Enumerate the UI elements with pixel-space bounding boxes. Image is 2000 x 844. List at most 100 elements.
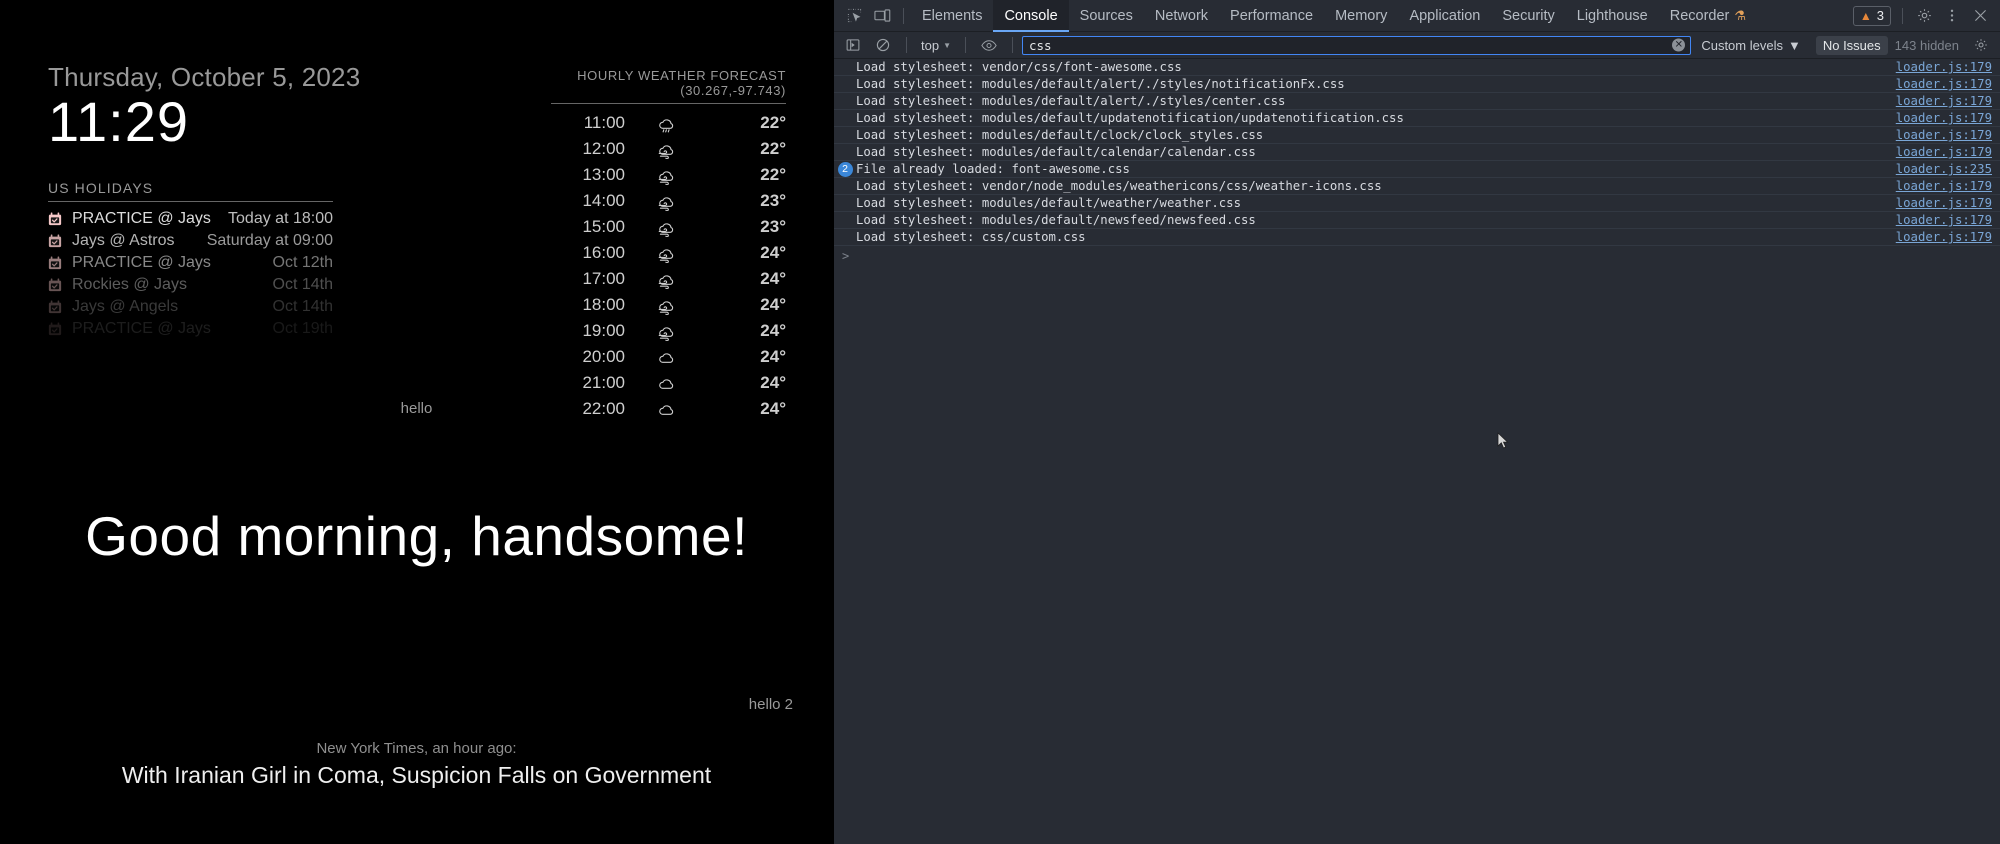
console-log-row[interactable]: Load stylesheet: vendor/css/font-awesome… xyxy=(834,59,2000,76)
calendar-event-title: Jays @ Angels xyxy=(70,296,273,318)
log-source-link[interactable]: loader.js:179 xyxy=(1896,145,1992,159)
log-source-link[interactable]: loader.js:179 xyxy=(1896,77,1992,91)
weather-forecast-row: 20:0024° xyxy=(551,344,786,370)
weather-forecast-row: 18:0024° xyxy=(551,292,786,318)
execution-context-select[interactable]: top ▼ xyxy=(916,35,956,55)
console-prompt-row[interactable]: > xyxy=(834,246,2000,266)
log-message: Load stylesheet: css/custom.css xyxy=(856,230,1896,244)
log-source-link[interactable]: loader.js:179 xyxy=(1896,60,1992,74)
live-expression-eye-icon[interactable] xyxy=(975,32,1003,58)
weather-hour: 18:00 xyxy=(551,292,643,318)
tab-label: Lighthouse xyxy=(1577,8,1648,24)
console-log-row[interactable]: Load stylesheet: modules/default/alert/.… xyxy=(834,93,2000,110)
console-log-row[interactable]: 2File already loaded: font-awesome.csslo… xyxy=(834,161,2000,178)
prompt-caret-icon: > xyxy=(842,249,849,263)
calendar-event-row: Rockies @ JaysOct 14th xyxy=(48,274,333,296)
log-source-link[interactable]: loader.js:179 xyxy=(1896,179,1992,193)
warning-triangle-icon: ▲ xyxy=(1860,10,1872,22)
calendar-header: US HOLIDAYS xyxy=(48,180,333,202)
log-source-link[interactable]: loader.js:179 xyxy=(1896,230,1992,244)
weather-module: HOURLY WEATHER FORECAST (30.267,-97.743)… xyxy=(551,68,786,422)
issues-button[interactable]: No Issues xyxy=(1816,36,1888,55)
log-message: Load stylesheet: vendor/node_modules/wea… xyxy=(856,179,1896,193)
devtools-tab-recorder[interactable]: Recorder⚗ xyxy=(1659,0,1757,32)
console-settings-icon[interactable] xyxy=(1967,32,1995,58)
devtools-tab-application[interactable]: Application xyxy=(1398,0,1491,32)
calendar-event-time: Oct 14th xyxy=(273,274,333,296)
log-message: Load stylesheet: modules/default/clock/c… xyxy=(856,128,1896,142)
log-levels-select[interactable]: Custom levels ▼ xyxy=(1693,35,1809,55)
console-filter-input[interactable] xyxy=(1022,36,1691,55)
weather-temperature: 24° xyxy=(693,370,786,396)
weather-forecast-row: 12:0022° xyxy=(551,136,786,162)
tab-label: Security xyxy=(1502,8,1554,24)
clear-filter-icon[interactable]: ✕ xyxy=(1672,39,1685,52)
device-toolbar-icon[interactable] xyxy=(868,3,896,29)
console-log-row[interactable]: Load stylesheet: modules/default/clock/c… xyxy=(834,127,2000,144)
close-devtools-icon[interactable] xyxy=(1966,3,1994,29)
weather-forecast-row: 11:0022° xyxy=(551,110,786,136)
weather-header: HOURLY WEATHER FORECAST (30.267,-97.743) xyxy=(551,68,786,104)
calendar-check-icon xyxy=(48,212,70,226)
log-levels-value: Custom levels xyxy=(1701,38,1783,53)
screen: Thursday, October 5, 2023 11:29 US HOLID… xyxy=(0,0,2000,844)
devtools-tab-elements[interactable]: Elements xyxy=(911,0,993,32)
tab-label: Performance xyxy=(1230,8,1313,24)
console-log-row[interactable]: Load stylesheet: modules/default/calenda… xyxy=(834,144,2000,161)
calendar-check-icon xyxy=(48,322,70,336)
tab-label: Sources xyxy=(1080,8,1133,24)
console-log-row[interactable]: Load stylesheet: css/custom.cssloader.js… xyxy=(834,229,2000,246)
weather-forecast-row: 14:0023° xyxy=(551,188,786,214)
inspect-element-icon[interactable] xyxy=(840,3,868,29)
console-log-row[interactable]: Load stylesheet: modules/default/weather… xyxy=(834,195,2000,212)
console-log-row[interactable]: Load stylesheet: modules/default/newsfee… xyxy=(834,212,2000,229)
log-source-link[interactable]: loader.js:179 xyxy=(1896,196,1992,210)
calendar-check-icon xyxy=(48,234,70,248)
devtools-tab-performance[interactable]: Performance xyxy=(1219,0,1324,32)
devtools-tab-network[interactable]: Network xyxy=(1144,0,1219,32)
weather-temperature: 24° xyxy=(693,240,786,266)
hello-text-top: hello xyxy=(0,400,833,417)
console-log-row[interactable]: Load stylesheet: modules/default/alert/.… xyxy=(834,76,2000,93)
more-options-icon[interactable] xyxy=(1938,3,1966,29)
devtools-tab-lighthouse[interactable]: Lighthouse xyxy=(1566,0,1659,32)
cloud-icon xyxy=(643,344,693,370)
log-message: File already loaded: font-awesome.css xyxy=(856,162,1896,176)
console-log-row[interactable]: Load stylesheet: modules/default/updaten… xyxy=(834,110,2000,127)
cloud-wind-icon xyxy=(643,188,693,214)
gear-icon[interactable] xyxy=(1910,3,1938,29)
weather-hour: 20:00 xyxy=(551,344,643,370)
log-source-link[interactable]: loader.js:179 xyxy=(1896,128,1992,142)
log-source-link[interactable]: loader.js:235 xyxy=(1896,162,1992,176)
console-log-row[interactable]: Load stylesheet: vendor/node_modules/wea… xyxy=(834,178,2000,195)
tab-label: Elements xyxy=(922,8,982,24)
cloud-wind-icon xyxy=(643,240,693,266)
log-source-link[interactable]: loader.js:179 xyxy=(1896,213,1992,227)
log-source-link[interactable]: loader.js:179 xyxy=(1896,94,1992,108)
weather-temperature: 22° xyxy=(693,162,786,188)
cloud-wind-icon xyxy=(643,318,693,344)
chevron-down-icon: ▼ xyxy=(943,41,951,50)
clock-date: Thursday, October 5, 2023 xyxy=(48,62,360,93)
log-repeat-gutter: 2 xyxy=(834,162,856,177)
calendar-event-title: PRACTICE @ Jays xyxy=(70,252,273,274)
weather-temperature: 23° xyxy=(693,214,786,240)
weather-forecast-row: 17:0024° xyxy=(551,266,786,292)
log-message: Load stylesheet: modules/default/alert/.… xyxy=(856,94,1896,108)
warnings-count: 3 xyxy=(1877,8,1884,23)
warnings-badge[interactable]: ▲ 3 xyxy=(1853,6,1891,26)
console-sidebar-toggle-icon[interactable] xyxy=(839,32,867,58)
toolbar-divider xyxy=(903,8,904,24)
weather-temperature: 24° xyxy=(693,318,786,344)
devtools-tab-memory[interactable]: Memory xyxy=(1324,0,1398,32)
experiment-flask-icon: ⚗ xyxy=(1734,8,1746,24)
console-output[interactable]: Load stylesheet: vendor/css/font-awesome… xyxy=(834,59,2000,844)
clear-console-icon[interactable] xyxy=(869,32,897,58)
cloud-wind-icon xyxy=(643,136,693,162)
weather-hour: 12:00 xyxy=(551,136,643,162)
devtools-tab-security[interactable]: Security xyxy=(1491,0,1565,32)
devtools-tab-console[interactable]: Console xyxy=(993,0,1068,32)
weather-temperature: 22° xyxy=(693,110,786,136)
log-source-link[interactable]: loader.js:179 xyxy=(1896,111,1992,125)
devtools-tab-sources[interactable]: Sources xyxy=(1069,0,1144,32)
